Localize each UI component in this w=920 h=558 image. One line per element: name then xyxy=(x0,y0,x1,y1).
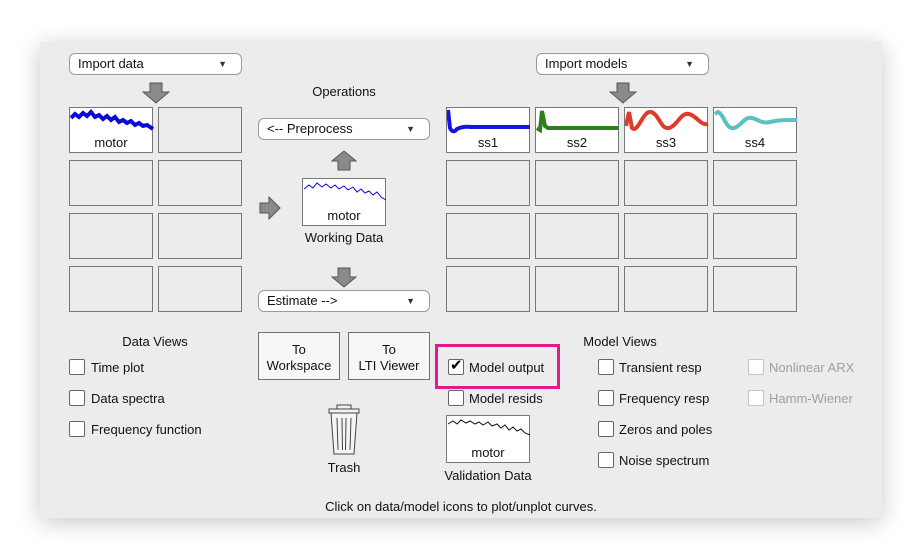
model-slot-empty[interactable] xyxy=(535,160,619,206)
transient-resp-checkbox[interactable] xyxy=(598,359,614,375)
frequency-function-checkbox[interactable] xyxy=(69,421,85,437)
import-data-label: Import data xyxy=(78,56,144,71)
trash-icon[interactable] xyxy=(327,404,361,456)
data-slot-empty[interactable] xyxy=(158,266,242,312)
chevron-down-icon: ▼ xyxy=(685,59,694,69)
validation-data-slot[interactable]: motor xyxy=(446,415,531,463)
validation-data-caption: Validation Data xyxy=(444,468,532,483)
operations-title: Operations xyxy=(312,84,376,99)
chevron-down-icon: ▼ xyxy=(406,124,415,134)
nonlinear-arx-checkbox xyxy=(748,359,764,375)
preprocess-label: <-- Preprocess xyxy=(267,121,353,136)
transient-resp-label: Transient resp xyxy=(619,360,702,375)
model-slot-empty[interactable] xyxy=(624,213,708,259)
time-plot-checkbox[interactable] xyxy=(69,359,85,375)
arrow-down-icon xyxy=(142,82,170,104)
data-slot-empty[interactable] xyxy=(69,160,153,206)
to-workspace-line1: To xyxy=(292,342,306,357)
to-lti-line2: LTI Viewer xyxy=(358,358,420,373)
data-slot-label: motor xyxy=(94,135,128,150)
data-slot-empty[interactable] xyxy=(158,107,242,153)
data-slot-empty[interactable] xyxy=(69,266,153,312)
zeros-poles-checkbox[interactable] xyxy=(598,421,614,437)
model-resids-checkbox[interactable] xyxy=(448,390,464,406)
frequency-resp-label: Frequency resp xyxy=(619,391,710,406)
data-spectra-checkbox[interactable] xyxy=(69,390,85,406)
model-slot-label: ss1 xyxy=(477,135,499,150)
model-slot-empty[interactable] xyxy=(446,160,530,206)
model-slot-empty[interactable] xyxy=(446,266,530,312)
model-resids-label: Model resids xyxy=(469,391,543,406)
to-workspace-button[interactable]: To Workspace xyxy=(258,332,340,380)
working-data-label: motor xyxy=(327,208,361,223)
to-workspace-line2: Workspace xyxy=(266,358,332,373)
import-models-label: Import models xyxy=(545,56,628,71)
working-data-slot[interactable]: motor xyxy=(302,178,387,226)
model-slot-empty[interactable] xyxy=(535,266,619,312)
model-slot-label: ss3 xyxy=(655,135,677,150)
model-slot-ss4[interactable]: ss4 xyxy=(713,107,798,153)
checkmark-icon: ✔ xyxy=(450,357,463,374)
model-slot-empty[interactable] xyxy=(624,266,708,312)
noise-spectrum-label: Noise spectrum xyxy=(619,453,710,468)
estimate-dropdown[interactable]: Estimate --> ▼ xyxy=(258,290,430,312)
trash-label: Trash xyxy=(327,460,361,475)
model-slot-ss2[interactable]: ss2 xyxy=(535,107,619,153)
preprocess-dropdown[interactable]: <-- Preprocess ▼ xyxy=(258,118,430,140)
arrow-right-icon xyxy=(259,196,281,220)
noise-spectrum-checkbox[interactable] xyxy=(598,452,614,468)
model-slot-empty[interactable] xyxy=(713,213,797,259)
model-slot-empty[interactable] xyxy=(624,160,708,206)
nonlinear-arx-label: Nonlinear ARX xyxy=(769,360,855,375)
estimate-label: Estimate --> xyxy=(267,293,338,308)
data-views-title: Data Views xyxy=(122,334,188,349)
hamm-wiener-checkbox xyxy=(748,390,764,406)
data-slot-empty[interactable] xyxy=(158,160,242,206)
model-views-title: Model Views xyxy=(583,334,657,349)
model-slot-empty[interactable] xyxy=(713,160,797,206)
arrow-down-icon xyxy=(609,82,637,104)
time-plot-label: Time plot xyxy=(91,360,144,375)
model-slot-empty[interactable] xyxy=(713,266,797,312)
frequency-resp-checkbox[interactable] xyxy=(598,390,614,406)
working-data-caption: Working Data xyxy=(304,230,384,245)
chevron-down-icon: ▼ xyxy=(218,59,227,69)
to-lti-viewer-button[interactable]: To LTI Viewer xyxy=(348,332,430,380)
data-slot-motor[interactable]: motor xyxy=(69,107,154,153)
model-slot-label: ss4 xyxy=(744,135,766,150)
to-lti-line1: To xyxy=(382,342,396,357)
hamm-wiener-label: Hamm-Wiener xyxy=(769,391,853,406)
model-slot-ss3[interactable]: ss3 xyxy=(624,107,709,153)
data-spectra-label: Data spectra xyxy=(91,391,165,406)
arrow-down-icon xyxy=(331,267,357,288)
validation-data-label: motor xyxy=(471,445,505,460)
import-data-dropdown[interactable]: Import data ▼ xyxy=(69,53,242,75)
data-slot-empty[interactable] xyxy=(158,213,242,259)
zeros-poles-label: Zeros and poles xyxy=(619,422,713,437)
system-identification-window: Import data ▼ motor Operations <-- Prepr… xyxy=(40,42,882,518)
model-output-label: Model output xyxy=(469,360,545,375)
frequency-function-label: Frequency function xyxy=(91,422,202,437)
model-slot-label: ss2 xyxy=(566,135,588,150)
arrow-up-icon xyxy=(331,150,357,171)
model-slot-empty[interactable] xyxy=(535,213,619,259)
model-slot-ss1[interactable]: ss1 xyxy=(446,107,530,153)
status-text: Click on data/model icons to plot/unplot… xyxy=(325,499,597,514)
model-output-checkbox[interactable]: ✔ xyxy=(448,357,464,375)
chevron-down-icon: ▼ xyxy=(406,296,415,306)
model-slot-empty[interactable] xyxy=(446,213,530,259)
import-models-dropdown[interactable]: Import models ▼ xyxy=(536,53,709,75)
data-slot-empty[interactable] xyxy=(69,213,153,259)
